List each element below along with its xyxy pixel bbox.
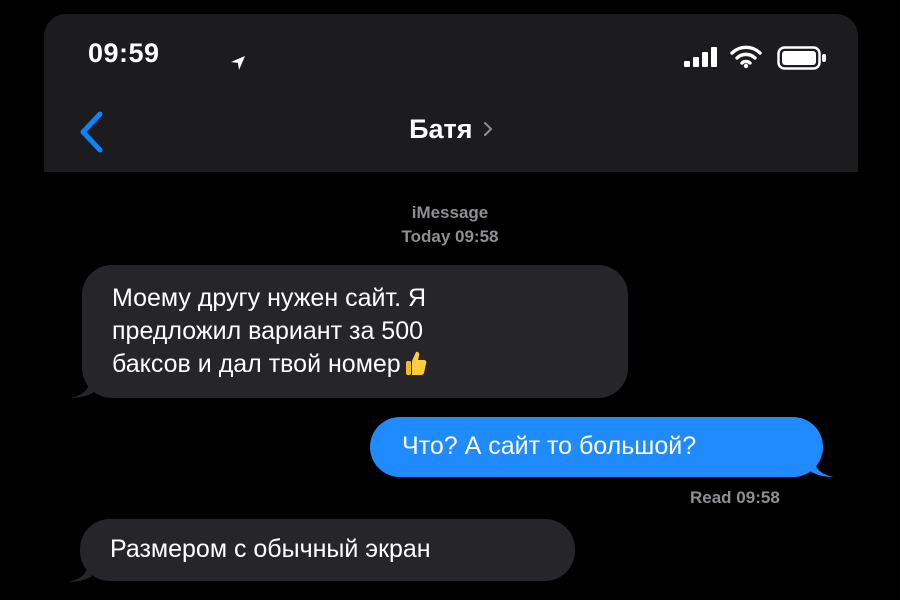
service-label: iMessage	[411, 203, 489, 222]
message-line: баксов и дал твой номер	[112, 348, 608, 385]
outgoing-message-bubble[interactable]: Что? А сайт то большой?	[370, 417, 823, 477]
signal-bars-icon	[684, 47, 720, 72]
thumbs-up-icon	[405, 350, 427, 385]
chevron-right-icon	[483, 121, 493, 142]
contact-name-button[interactable]: Батя	[44, 114, 858, 145]
incoming-message-bubble[interactable]: Размером с обычный экран	[80, 519, 575, 581]
message-line: Моему другу нужен сайт. Я	[112, 284, 427, 312]
messages-screen: 09:59 Батя iMessage Today 09:58 Моему др…	[0, 0, 900, 600]
message-line: предложил вариант за 500	[112, 317, 423, 345]
status-time: 09:59	[88, 38, 160, 68]
message-line-text: баксов и дал твой номер	[112, 350, 401, 378]
read-receipt: Read 09:58	[690, 488, 780, 507]
conversation-header: 09:59 Батя	[44, 14, 858, 172]
wifi-icon	[730, 45, 762, 74]
contact-name: Батя	[409, 114, 473, 144]
message-text: Размером с обычный экран	[110, 535, 431, 563]
message-timestamp: Today 09:58	[401, 227, 499, 246]
location-arrow-icon	[230, 55, 246, 76]
message-text: Что? А сайт то большой?	[402, 432, 697, 460]
battery-icon	[777, 46, 827, 75]
incoming-message-bubble[interactable]: Моему другу нужен сайт. Я предложил вари…	[82, 265, 628, 398]
